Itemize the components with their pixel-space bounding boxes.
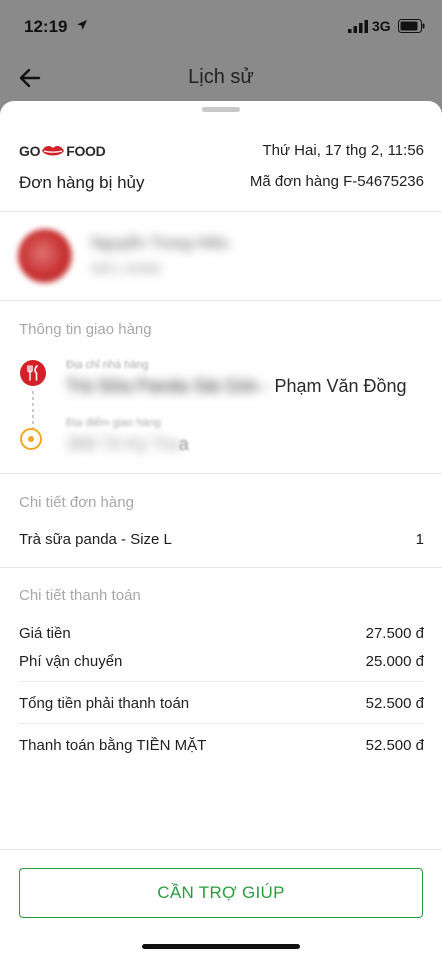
fork-knife-icon xyxy=(27,365,38,381)
top-header: Lịch sử xyxy=(0,52,442,102)
driver-plate: 59F1 32456 xyxy=(91,261,161,276)
restaurant-address-visible: Phạm Văn Đồng xyxy=(269,376,407,396)
logo-text-food: FOOD xyxy=(66,142,106,159)
divider xyxy=(0,567,442,568)
divider xyxy=(19,723,424,724)
divider xyxy=(0,300,442,301)
order-status: Đơn hàng bị hủy xyxy=(19,173,145,192)
location-arrow-icon xyxy=(77,20,87,30)
need-help-button[interactable]: CẦN TRỢ GIÚP xyxy=(19,868,423,918)
status-bar: 12:19 3G xyxy=(0,0,442,52)
destination-pin-icon xyxy=(20,428,42,450)
order-item-name: Trà sữa panda - Size L xyxy=(19,531,172,548)
cash-payment-label: Thanh toán bằng TIỀN MẶT xyxy=(19,737,207,754)
order-detail-sheet: GO FOOD Thứ Hai, 17 thg 2, 11:56 Đơn hàn… xyxy=(0,101,442,960)
restaurant-address-label: Địa chỉ nhà hàng xyxy=(66,359,149,371)
shipping-fee-label: Phí vận chuyển xyxy=(19,653,123,670)
network-type: 3G xyxy=(372,18,391,34)
driver-avatar xyxy=(18,229,72,283)
gofood-lips-icon xyxy=(42,145,65,156)
cash-payment-value: 52.500 đ xyxy=(365,737,424,754)
status-time: 12:19 xyxy=(24,17,68,36)
home-indicator[interactable] xyxy=(142,944,300,949)
divider xyxy=(0,849,442,850)
order-id: Mã đơn hàng F-54675236 xyxy=(249,173,424,190)
total-value: 52.500 đ xyxy=(365,695,424,712)
destination-address-blurred: 368 Tô Ký Tra xyxy=(66,434,179,454)
route-connector xyxy=(32,391,34,429)
divider xyxy=(0,473,442,474)
delivery-section-title: Thông tin giao hàng xyxy=(19,321,152,338)
restaurant-address-blurred: Trà Sữa Panda Sài Gòn - xyxy=(66,376,270,396)
order-date: Thứ Hai, 17 thg 2, 11:56 xyxy=(262,142,424,159)
destination-address: 368 Tô Ký Traa xyxy=(66,434,189,455)
total-label: Tổng tiền phải thanh toán xyxy=(19,695,190,712)
destination-address-label: Địa điểm giao hàng xyxy=(66,417,161,429)
price-label: Giá tiền xyxy=(19,625,71,642)
driver-name: Nguyễn Trọng Hiếu xyxy=(91,235,229,252)
payment-section-title: Chi tiết thanh toán xyxy=(19,587,141,604)
page-title: Lịch sử xyxy=(188,66,254,88)
divider xyxy=(0,211,442,212)
shipping-fee-value: 25.000 đ xyxy=(365,653,424,670)
logo-text-go: GO xyxy=(19,142,41,159)
destination-address-visible: a xyxy=(178,434,189,454)
battery-icon xyxy=(398,19,425,33)
restaurant-pin xyxy=(20,360,46,386)
restaurant-address: Trà Sữa Panda Sài Gòn - Phạm Văn Đồng xyxy=(66,376,407,397)
divider xyxy=(19,681,424,682)
sheet-drag-handle[interactable] xyxy=(202,107,240,112)
price-value: 27.500 đ xyxy=(365,625,424,642)
gofood-logo: GO FOOD xyxy=(19,142,106,159)
order-item-qty: 1 xyxy=(415,531,424,548)
order-details-section-title: Chi tiết đơn hàng xyxy=(19,494,134,511)
signal-bars-icon xyxy=(348,20,368,33)
